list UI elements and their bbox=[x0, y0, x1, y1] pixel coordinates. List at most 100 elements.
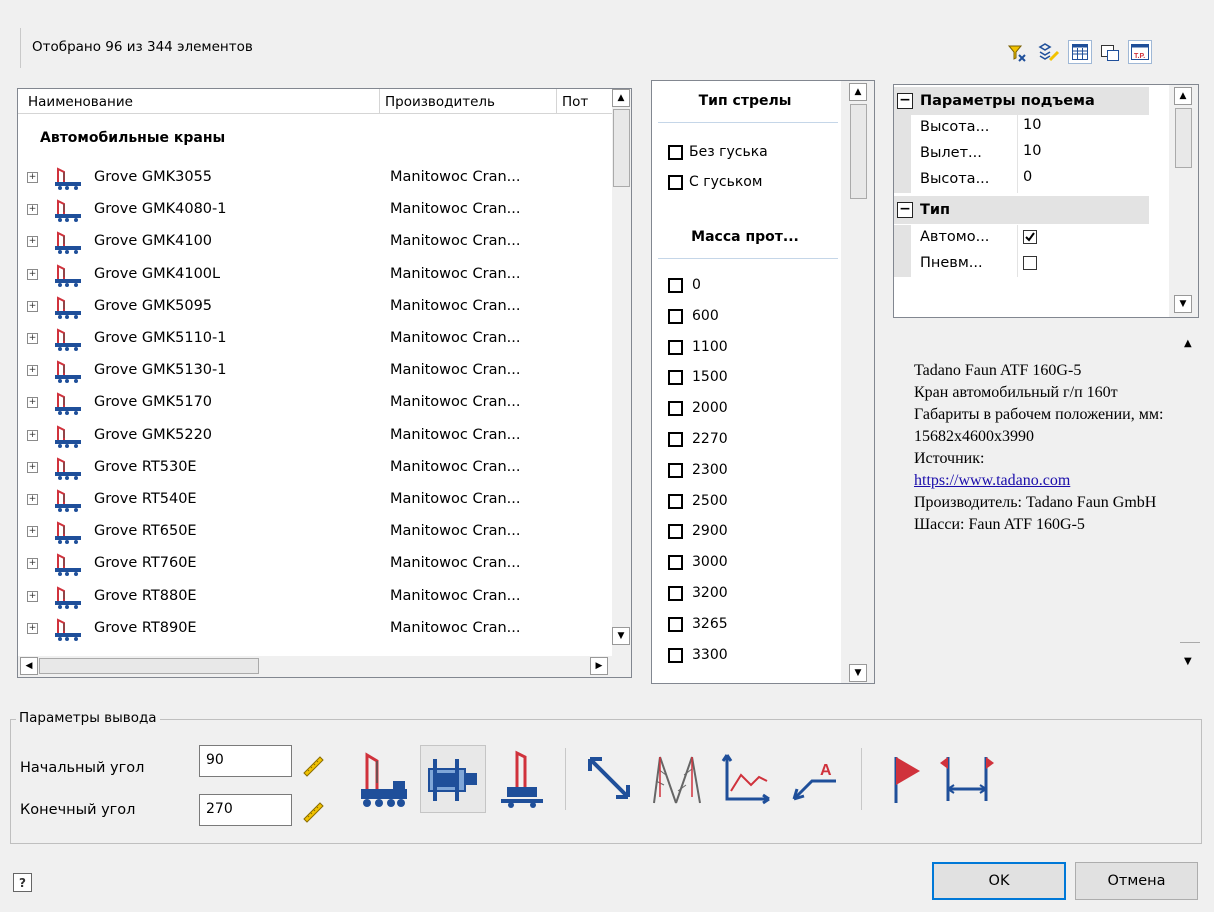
collapse-icon[interactable]: − bbox=[897, 93, 913, 109]
top-view-crane-icon[interactable] bbox=[420, 745, 486, 813]
preview-icon[interactable] bbox=[1098, 41, 1122, 65]
mass-option-checkbox[interactable] bbox=[668, 278, 683, 293]
expand-plus-icon[interactable]: + bbox=[27, 494, 38, 505]
ruler-pick-icon[interactable] bbox=[301, 800, 325, 828]
table-row[interactable]: + Grove RT890E Manitowoc Cran... bbox=[18, 616, 612, 642]
load-graph-icon[interactable] bbox=[716, 748, 776, 810]
expand-plus-icon[interactable]: + bbox=[27, 558, 38, 570]
scroll-down-arrow-icon[interactable]: ▼ bbox=[612, 627, 630, 645]
side-view-crane-icon[interactable] bbox=[355, 745, 413, 813]
front-view-crane-icon[interactable] bbox=[493, 745, 551, 813]
table-row[interactable]: + Grove GMK5170 Manitowoc Cran... bbox=[18, 390, 612, 416]
scroll-right-arrow-icon[interactable]: ▶ bbox=[590, 657, 608, 675]
table-row[interactable]: + Grove GMK4080-1 Manitowoc Cran... bbox=[18, 197, 612, 223]
column-header-manufacturer[interactable]: Производитель bbox=[380, 89, 557, 113]
expand-plus-icon[interactable]: + bbox=[27, 526, 38, 538]
scroll-up-arrow-icon[interactable]: ▲ bbox=[1174, 87, 1192, 105]
property-row[interactable]: Высота... 10 bbox=[894, 115, 1149, 141]
table-row[interactable]: + Grove GMK5220 Manitowoc Cran... bbox=[18, 423, 612, 449]
filter-scrollbar[interactable]: ▲ ▼ bbox=[841, 81, 874, 683]
cancel-button[interactable]: Отмена bbox=[1075, 862, 1198, 900]
property-value[interactable]: 10 bbox=[1023, 117, 1041, 133]
table-row[interactable]: + Grove RT650E Manitowoc Cran... bbox=[18, 519, 612, 545]
expand-plus-icon[interactable]: + bbox=[27, 429, 38, 441]
scroll-thumb[interactable] bbox=[1175, 108, 1192, 168]
list-horizontal-scrollbar[interactable]: ◀ ▶ bbox=[18, 656, 631, 677]
mass-option-checkbox[interactable] bbox=[668, 401, 683, 417]
flag-distance-icon[interactable] bbox=[935, 748, 999, 810]
mass-option-checkbox[interactable] bbox=[668, 432, 683, 447]
expand-plus-icon[interactable]: + bbox=[27, 204, 38, 216]
clear-filter-icon[interactable] bbox=[1037, 41, 1061, 65]
boom-option-checkbox[interactable] bbox=[668, 145, 683, 160]
filter-panel[interactable]: Тип стрелы Без гуська С гуськом Масса пр… bbox=[651, 80, 875, 684]
end-angle-input[interactable]: 270 bbox=[199, 794, 292, 826]
table-row[interactable]: + Grove GMK5110-1 Manitowoc Cran... bbox=[18, 326, 612, 352]
column-header-capacity[interactable]: Пот bbox=[557, 89, 612, 113]
property-row[interactable]: Автомо... bbox=[894, 225, 1149, 251]
help-icon[interactable]: ? bbox=[13, 873, 32, 892]
crane-list[interactable]: Наименование Производитель Пот Автомобил… bbox=[17, 88, 632, 678]
description-source-link[interactable]: https://www.tadano.com bbox=[914, 472, 1070, 489]
mass-option-checkbox[interactable] bbox=[668, 555, 683, 571]
flag-marker-icon[interactable] bbox=[881, 748, 931, 810]
property-value[interactable]: 10 bbox=[1023, 143, 1041, 159]
table-row[interactable]: + Grove GMK4100L Manitowoc Cran... bbox=[18, 262, 612, 288]
boom-option-checkbox[interactable] bbox=[668, 175, 683, 190]
mass-option-checkbox[interactable] bbox=[668, 586, 683, 601]
mass-option-checkbox[interactable] bbox=[668, 462, 683, 478]
leader-label-icon[interactable]: A bbox=[785, 748, 845, 810]
property-value[interactable]: 0 bbox=[1023, 169, 1032, 185]
columns-icon[interactable] bbox=[1068, 40, 1092, 64]
scroll-up-arrow-icon[interactable]: ▲ bbox=[612, 89, 630, 107]
scroll-up-arrow-icon[interactable]: ▲ bbox=[849, 83, 867, 101]
table-row[interactable]: + Grove GMK5095 Manitowoc Cran... bbox=[18, 294, 612, 320]
expand-plus-icon[interactable]: + bbox=[27, 236, 38, 248]
table-row[interactable]: + Grove GMK4100 Manitowoc Cran... bbox=[18, 229, 612, 255]
mass-option-checkbox[interactable] bbox=[668, 339, 683, 355]
boom-chart-icon[interactable] bbox=[645, 748, 711, 810]
property-row[interactable]: Пневм... bbox=[894, 251, 1149, 277]
property-grid[interactable]: − Параметры подъема Высота... 10 Вылет..… bbox=[893, 84, 1199, 318]
ruler-pick-icon[interactable] bbox=[301, 754, 325, 782]
mass-option-checkbox[interactable] bbox=[668, 493, 683, 509]
column-header-name[interactable]: Наименование bbox=[23, 89, 380, 113]
table-row[interactable]: + Grove GMK3055 Manitowoc Cran... bbox=[18, 165, 612, 191]
expand-plus-icon[interactable]: + bbox=[27, 300, 38, 312]
ok-button[interactable]: OK bbox=[932, 862, 1066, 900]
table-row[interactable]: + Grove RT540E Manitowoc Cran... bbox=[18, 487, 612, 513]
property-row[interactable]: Вылет... 10 bbox=[894, 141, 1149, 167]
property-category-lifting[interactable]: − Параметры подъема bbox=[894, 87, 1149, 115]
report-icon[interactable]: T.P. bbox=[1128, 40, 1152, 64]
expand-plus-icon[interactable]: + bbox=[27, 365, 38, 377]
expand-plus-icon[interactable]: + bbox=[27, 172, 38, 183]
expand-plus-icon[interactable]: + bbox=[27, 622, 38, 634]
scroll-down-arrow-icon[interactable]: ▼ bbox=[849, 664, 867, 682]
collapse-icon[interactable]: − bbox=[897, 202, 913, 218]
scroll-left-arrow-icon[interactable]: ◀ bbox=[20, 657, 38, 675]
mass-option-checkbox[interactable] bbox=[668, 524, 683, 540]
property-scrollbar[interactable]: ▲ ▼ bbox=[1169, 85, 1198, 317]
type-checkbox-checked[interactable] bbox=[1023, 230, 1037, 244]
expand-plus-icon[interactable]: + bbox=[27, 461, 38, 473]
type-checkbox[interactable] bbox=[1023, 256, 1037, 270]
scroll-up-arrow-icon[interactable]: ▲ bbox=[1184, 338, 1192, 349]
scroll-down-arrow-icon[interactable]: ▼ bbox=[1184, 656, 1192, 667]
expand-plus-icon[interactable]: + bbox=[27, 333, 38, 344]
mass-option-checkbox[interactable] bbox=[668, 616, 683, 632]
mass-option-checkbox[interactable] bbox=[668, 647, 683, 663]
description-scrollbar[interactable]: ▲ ▼ bbox=[1180, 336, 1200, 681]
start-angle-input[interactable]: 90 bbox=[199, 745, 292, 777]
mass-option-checkbox[interactable] bbox=[668, 370, 683, 386]
expand-plus-icon[interactable]: + bbox=[27, 397, 38, 409]
table-row[interactable]: + Grove RT530E Manitowoc Cran... bbox=[18, 455, 612, 481]
list-vertical-scrollbar[interactable]: ▲ ▼ bbox=[612, 89, 631, 656]
property-row[interactable]: Высота... 0 bbox=[894, 167, 1149, 193]
filter-icon[interactable] bbox=[1005, 41, 1029, 65]
expand-plus-icon[interactable]: + bbox=[27, 590, 38, 602]
mass-option-checkbox[interactable] bbox=[668, 308, 683, 324]
table-row[interactable]: + Grove GMK5130-1 Manitowoc Cran... bbox=[18, 358, 612, 384]
property-category-type[interactable]: − Тип bbox=[894, 196, 1149, 224]
scroll-thumb[interactable] bbox=[850, 104, 867, 199]
scroll-down-arrow-icon[interactable]: ▼ bbox=[1174, 295, 1192, 313]
